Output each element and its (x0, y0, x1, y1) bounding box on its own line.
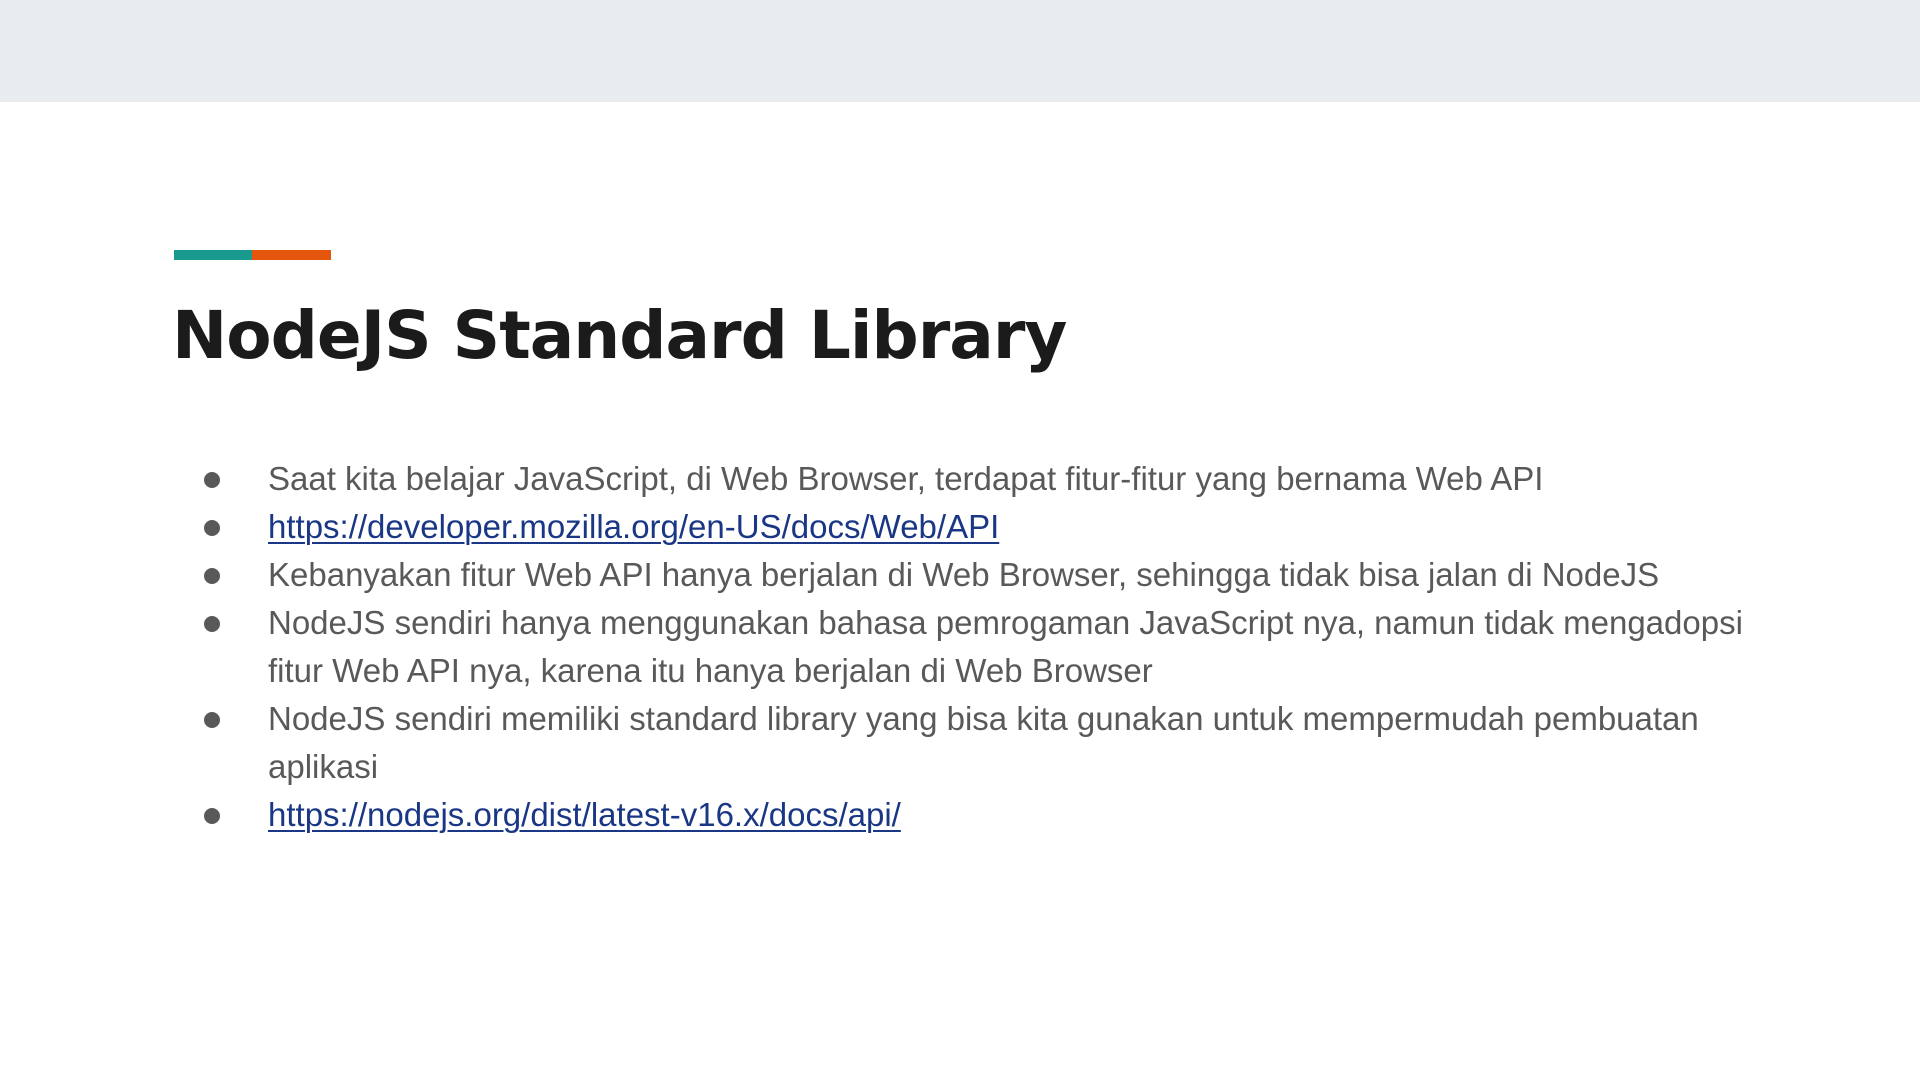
bullet-text: Saat kita belajar JavaScript, di Web Bro… (268, 460, 1544, 497)
nodejs-docs-api-link[interactable]: https://nodejs.org/dist/latest-v16.x/doc… (268, 796, 901, 833)
accent-teal-segment (174, 250, 252, 260)
slide-title: NodeJS Standard Library (172, 297, 1067, 374)
bullet-dot-icon (204, 520, 220, 536)
bullet-dot-icon (204, 808, 220, 824)
bullet-dot-icon (204, 616, 220, 632)
bullet-text: NodeJS sendiri hanya menggunakan bahasa … (268, 604, 1743, 689)
bullet-item: Saat kita belajar JavaScript, di Web Bro… (204, 455, 1788, 503)
bullet-list: Saat kita belajar JavaScript, di Web Bro… (204, 455, 1788, 839)
mdn-web-api-link[interactable]: https://developer.mozilla.org/en-US/docs… (268, 508, 999, 545)
title-accent-bar (174, 250, 331, 260)
top-band (0, 0, 1920, 102)
bullet-item: Kebanyakan fitur Web API hanya berjalan … (204, 551, 1788, 599)
bullet-text: Kebanyakan fitur Web API hanya berjalan … (268, 556, 1660, 593)
accent-orange-segment (252, 250, 331, 260)
bullet-dot-icon (204, 712, 220, 728)
bullet-item: NodeJS sendiri hanya menggunakan bahasa … (204, 599, 1788, 695)
bullet-item: https://developer.mozilla.org/en-US/docs… (204, 503, 1788, 551)
bullet-dot-icon (204, 568, 220, 584)
bullet-text: NodeJS sendiri memiliki standard library… (268, 700, 1699, 785)
bullet-item: https://nodejs.org/dist/latest-v16.x/doc… (204, 791, 1788, 839)
bullet-item: NodeJS sendiri memiliki standard library… (204, 695, 1788, 791)
bullet-dot-icon (204, 472, 220, 488)
